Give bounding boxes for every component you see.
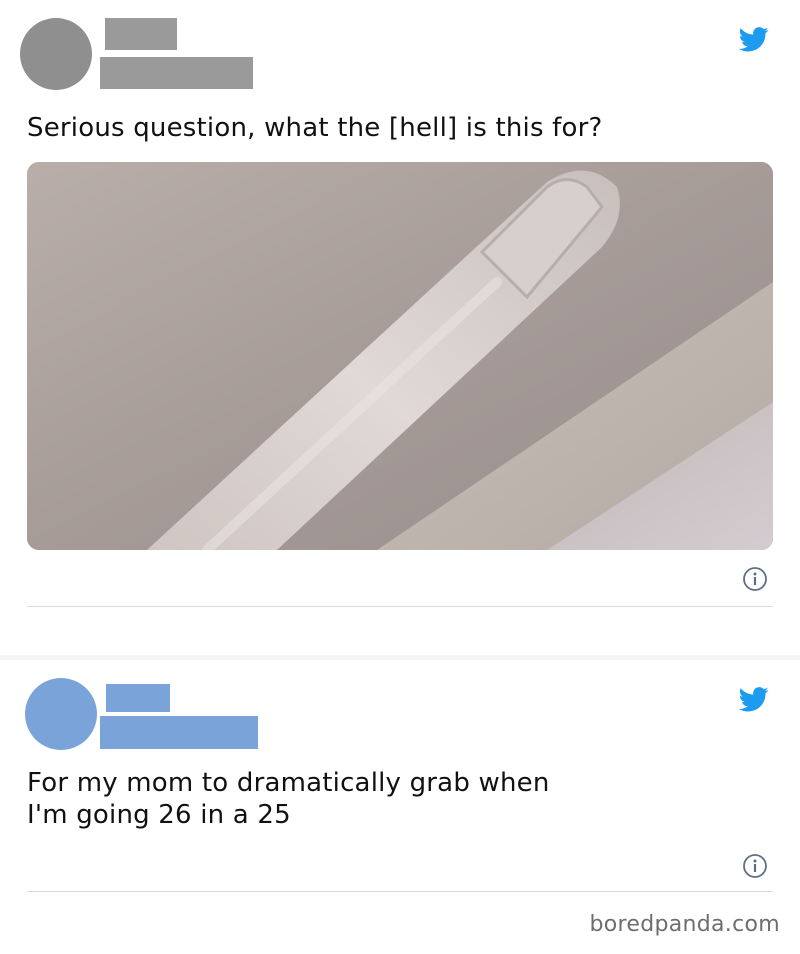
redacted-display-name bbox=[105, 18, 177, 50]
divider bbox=[27, 606, 773, 607]
twitter-bird-icon[interactable] bbox=[737, 684, 771, 714]
info-icon[interactable] bbox=[742, 853, 768, 879]
redacted-handle bbox=[100, 57, 253, 89]
tweet-photo[interactable] bbox=[27, 162, 773, 550]
grab-handle-photo bbox=[27, 162, 773, 550]
tweet-card-2: For my mom to dramatically grab when I'm… bbox=[0, 660, 800, 914]
info-icon[interactable] bbox=[742, 566, 768, 592]
avatar[interactable] bbox=[25, 678, 97, 750]
redacted-handle bbox=[100, 716, 258, 749]
tweet-card-1: Serious question, what the [hell] is thi… bbox=[0, 0, 800, 655]
avatar[interactable] bbox=[20, 18, 92, 90]
redacted-display-name bbox=[106, 684, 170, 712]
divider bbox=[27, 891, 773, 892]
tweet-text: For my mom to dramatically grab when I'm… bbox=[27, 768, 550, 830]
twitter-bird-icon[interactable] bbox=[737, 24, 771, 54]
watermark: boredpanda.com bbox=[589, 912, 780, 937]
tweet-text: Serious question, what the [hell] is thi… bbox=[27, 113, 603, 143]
